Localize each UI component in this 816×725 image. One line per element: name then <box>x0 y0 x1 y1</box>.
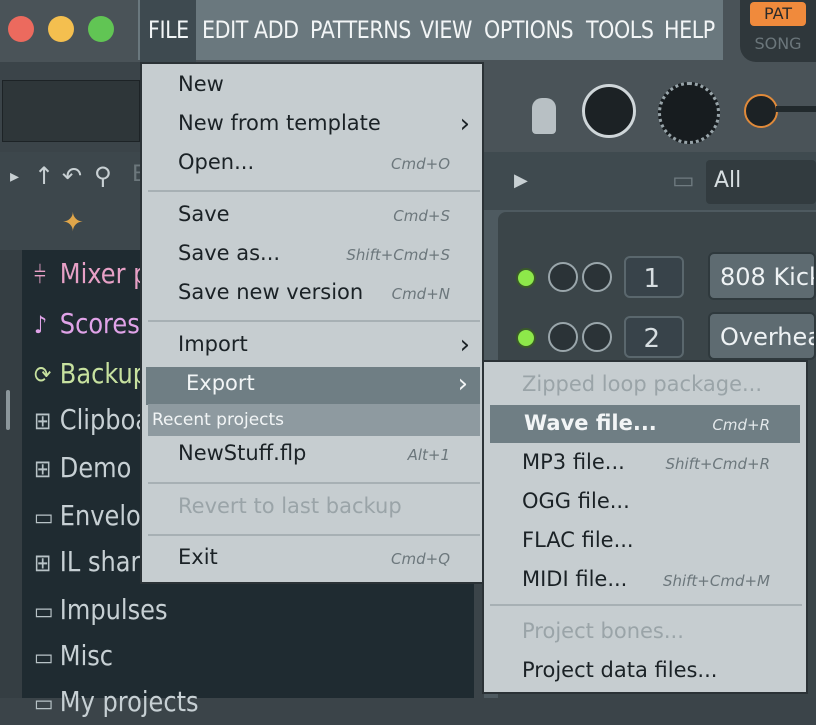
channel-led[interactable] <box>516 268 536 288</box>
channel-mixer-track[interactable]: 2 <box>624 316 684 358</box>
shortcut-label: Shift+Cmd+M <box>662 572 770 590</box>
close-window-button[interactable] <box>8 16 34 42</box>
slider-track[interactable] <box>776 106 816 112</box>
chevron-right-icon[interactable]: ▸ <box>10 166 19 187</box>
folder-icon: ▭ <box>672 166 695 194</box>
folder-icon: ▭ <box>34 503 54 531</box>
channel-volume-knob[interactable] <box>548 322 578 352</box>
menu-edit[interactable]: EDIT <box>202 10 248 50</box>
recent-projects-header: Recent projects <box>148 404 480 436</box>
menu-item-save[interactable]: Save Cmd+S <box>142 198 482 236</box>
chevron-right-icon: › <box>459 330 470 360</box>
channel-pan-knob[interactable] <box>582 262 612 292</box>
menu-view[interactable]: VIEW <box>420 10 472 50</box>
music-note-icon: ♪ <box>34 311 48 339</box>
shortcut-label: Cmd+Q <box>391 550 450 568</box>
channel-pan-knob[interactable] <box>582 322 612 352</box>
export-item-wave[interactable]: Wave file... Cmd+R <box>490 405 800 443</box>
menu-item-recent-file[interactable]: NewStuff.flp Alt+1 <box>142 437 482 475</box>
undo-icon[interactable]: ↶ <box>62 162 82 190</box>
export-submenu: Zipped loop package... Wave file... Cmd+… <box>482 360 808 694</box>
shortcut-label: Shift+Cmd+R <box>665 455 770 473</box>
channel-mixer-track[interactable]: 1 <box>624 256 684 298</box>
folder-icon: ▭ <box>34 643 54 671</box>
folder-plus-icon: ⊞ <box>34 407 52 435</box>
shortcut-label: Alt+1 <box>407 446 450 464</box>
folder-plus-icon: ⊞ <box>34 455 52 483</box>
channel-button[interactable]: Overhead <box>708 312 816 360</box>
menu-item-new-from-template[interactable]: New from template › <box>142 107 482 145</box>
main-volume-knob[interactable] <box>582 84 636 138</box>
menu-add[interactable]: ADD <box>254 10 299 50</box>
channel-filter-label: All <box>714 168 742 193</box>
shortcut-label: Cmd+S <box>393 207 450 225</box>
menu-patterns[interactable]: PATTERNS <box>310 10 411 50</box>
menu-item-open[interactable]: Open... Cmd+O <box>142 146 482 184</box>
tempo-knob[interactable] <box>744 94 778 128</box>
menu-item-import[interactable]: Import › <box>142 328 482 366</box>
channel-volume-knob[interactable] <box>548 262 578 292</box>
folder-plus-icon: ⊞ <box>34 549 52 577</box>
person-icon <box>532 98 556 134</box>
chevron-right-icon: › <box>459 109 470 139</box>
browser-scroll-thumb[interactable] <box>6 390 10 430</box>
song-mode-button[interactable]: SONG <box>748 34 808 53</box>
browser-item[interactable]: ▭ Misc <box>34 634 113 678</box>
menu-separator <box>148 534 480 536</box>
folder-icon: ▭ <box>34 597 54 625</box>
arrow-up-icon[interactable]: ↑ <box>34 162 54 190</box>
mixer-icon: ⫩ <box>34 261 46 289</box>
menu-item-revert: Revert to last backup <box>178 494 402 518</box>
zoom-window-button[interactable] <box>88 16 114 42</box>
export-item-ogg[interactable]: OGG file... <box>484 483 806 521</box>
backup-folder-icon: ⟳ <box>34 361 52 389</box>
menu-separator <box>148 320 480 322</box>
menu-help[interactable]: HELP <box>664 10 715 50</box>
browser-item[interactable]: ♪ Scores <box>34 302 140 346</box>
browser-scrollbar[interactable] <box>0 250 22 698</box>
shortcut-label: Cmd+N <box>391 285 450 303</box>
menu-file[interactable]: FILE <box>148 10 189 50</box>
browser-item[interactable]: ▭ Impulses <box>34 588 168 632</box>
folder-icon: ▭ <box>34 689 54 717</box>
menu-item-export[interactable]: Export › <box>146 367 480 405</box>
menu-item-save-new-version[interactable]: Save new version Cmd+N <box>142 276 482 314</box>
pattern-mode-button[interactable]: PAT <box>750 2 806 26</box>
browser-item[interactable]: ⟳ Backup <box>34 352 148 396</box>
main-menu-bar: FILE EDIT ADD PATTERNS VIEW OPTIONS TOOL… <box>138 0 723 62</box>
export-item-mp3[interactable]: MP3 file... Shift+Cmd+R <box>484 444 806 482</box>
snap-sparkle-icon[interactable]: ✦ <box>62 208 84 238</box>
chevron-right-icon[interactable]: ▶ <box>514 170 528 191</box>
menu-separator <box>148 190 480 192</box>
minimize-window-button[interactable] <box>48 16 74 42</box>
export-item-project-bones: Project bones... <box>522 619 684 643</box>
chevron-right-icon: › <box>457 369 468 399</box>
shortcut-label: Cmd+O <box>391 155 450 173</box>
export-item-zipped-loop: Zipped loop package... <box>522 372 763 396</box>
menu-tools[interactable]: TOOLS <box>586 10 654 50</box>
shortcut-label: Shift+Cmd+S <box>346 246 450 264</box>
menu-separator <box>148 482 480 484</box>
file-menu: New New from template › Open... Cmd+O Sa… <box>140 62 484 584</box>
export-item-project-data-files[interactable]: Project data files... <box>484 652 806 690</box>
hint-bar <box>2 80 140 142</box>
export-item-midi[interactable]: MIDI file... Shift+Cmd+M <box>484 561 806 599</box>
menu-separator <box>490 604 802 606</box>
channel-button[interactable]: 808 Kick <box>708 252 816 300</box>
search-icon[interactable]: ⚲ <box>94 162 112 190</box>
main-pitch-knob[interactable] <box>658 82 720 144</box>
browser-item[interactable]: ▭ My projects <box>34 680 199 724</box>
menu-options[interactable]: OPTIONS <box>484 10 574 50</box>
shortcut-label: Cmd+R <box>712 416 770 434</box>
channel-led[interactable] <box>516 328 536 348</box>
menu-item-new[interactable]: New <box>142 68 482 106</box>
menu-item-save-as[interactable]: Save as... Shift+Cmd+S <box>142 237 482 275</box>
export-item-flac[interactable]: FLAC file... <box>484 522 806 560</box>
menu-item-exit[interactable]: Exit Cmd+Q <box>142 541 482 579</box>
